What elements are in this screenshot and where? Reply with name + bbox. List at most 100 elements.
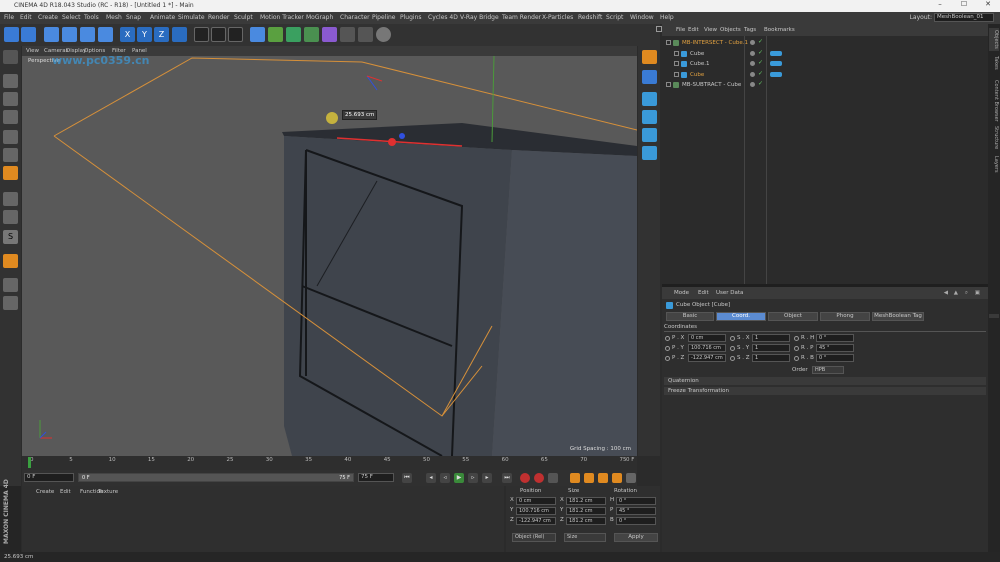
visibility-dots-icon[interactable] <box>750 50 755 56</box>
x-axis-icon[interactable]: X <box>120 27 135 42</box>
attr-scale-field[interactable]: 1 <box>752 344 790 352</box>
right-tab-attributes[interactable] <box>989 314 999 318</box>
visibility-dots-icon[interactable] <box>750 71 755 77</box>
tweak-icon[interactable] <box>3 210 18 224</box>
snap-icon[interactable]: S <box>3 230 18 244</box>
collapsed-section-quaternion[interactable]: Quaternion <box>664 377 986 385</box>
attr-rotation-field[interactable]: 0 ° <box>816 354 854 362</box>
layout-select[interactable]: MeshBoolean_01 (User) <box>934 13 994 22</box>
playhead[interactable] <box>28 457 31 468</box>
coord-size-field[interactable]: 181.2 cm <box>566 507 606 515</box>
om-menu-file[interactable]: File <box>676 27 685 33</box>
om-menu-objects[interactable]: Objects <box>720 27 741 33</box>
coord-rotation-field[interactable]: 45 ° <box>616 507 656 515</box>
lock-workplane-icon[interactable] <box>3 278 18 292</box>
menu-edit[interactable]: Edit <box>20 14 32 21</box>
scale-key-icon[interactable] <box>584 473 594 483</box>
current-frame-field[interactable]: 0 F <box>24 473 74 482</box>
scene-icon[interactable] <box>340 27 355 42</box>
keyframe-dot-icon[interactable] <box>794 336 799 341</box>
play-icon[interactable]: ▶ <box>454 473 464 483</box>
enable-check-icon[interactable]: ✓ <box>758 60 763 66</box>
search-icon[interactable]: ⌕ <box>965 290 968 297</box>
viewport-menu-view[interactable]: View <box>26 48 39 54</box>
model-mode-icon[interactable] <box>3 74 18 88</box>
tab-phong[interactable]: Phong <box>820 312 870 321</box>
autokey-icon[interactable] <box>534 473 544 483</box>
render-icon[interactable] <box>642 50 657 64</box>
am-menu-mode[interactable]: Mode <box>674 290 689 296</box>
deformer-icon[interactable] <box>322 27 337 42</box>
viewport-menu-options[interactable]: Options <box>84 48 105 54</box>
menu-render[interactable]: Render <box>208 14 229 21</box>
expand-icon[interactable] <box>666 40 671 45</box>
attr-scale-field[interactable]: 1 <box>752 334 790 342</box>
order-select[interactable]: HPB <box>812 366 844 374</box>
viewport-menu-panel[interactable]: Panel <box>132 48 147 54</box>
enable-axis-icon[interactable] <box>3 192 18 206</box>
viewport-menu-filter[interactable]: Filter <box>112 48 126 54</box>
material-menu-create[interactable]: Create <box>36 489 54 495</box>
make-editable-icon[interactable] <box>3 50 18 64</box>
keyframe-selection-icon[interactable] <box>548 473 558 483</box>
move-icon[interactable] <box>62 27 77 42</box>
right-tab-content-browser[interactable]: Content Browser <box>989 78 999 124</box>
attr-rotation-field[interactable]: 45 ° <box>816 344 854 352</box>
menu-plugins[interactable]: Plugins <box>400 14 422 21</box>
right-tab-takes[interactable]: Takes <box>989 54 999 72</box>
timeline-ruler[interactable]: 0 5 10 15 20 25 30 35 40 45 50 55 60 65 70 75 0 F <box>22 456 637 470</box>
object-row[interactable]: MB-SUBTRACT - Cube ✓ <box>662 80 988 90</box>
menu-animate[interactable]: Animate <box>150 14 175 21</box>
coord-size-mode-select[interactable]: Size <box>564 533 606 542</box>
coord-rotation-field[interactable]: 0 ° <box>616 497 656 505</box>
render-settings-icon[interactable] <box>228 27 243 42</box>
tab-basic[interactable]: Basic <box>666 312 714 321</box>
side-view-icon[interactable] <box>642 128 657 142</box>
om-menu-view[interactable]: View <box>704 27 717 33</box>
up-arrow-icon[interactable]: ▲ <box>954 290 958 296</box>
menu-tools[interactable]: Tools <box>84 14 99 21</box>
menu-select[interactable]: Select <box>62 14 81 21</box>
attr-rotation-field[interactable]: 0 ° <box>816 334 854 342</box>
cloner-icon[interactable] <box>304 27 319 42</box>
keyframe-dot-icon[interactable] <box>665 356 670 361</box>
object-row[interactable]: Cube ✓ <box>662 70 988 80</box>
light-icon[interactable] <box>376 27 391 42</box>
cube-view-icon[interactable] <box>642 92 657 106</box>
timeline-settings-icon[interactable] <box>626 473 636 483</box>
menu-create[interactable]: Create <box>38 14 58 21</box>
expand-icon[interactable] <box>666 82 671 87</box>
expand-icon[interactable] <box>674 71 679 77</box>
z-axis-icon[interactable]: Z <box>154 27 169 42</box>
points-mode-icon[interactable] <box>3 130 18 144</box>
next-key-icon[interactable]: ▸ <box>482 473 492 483</box>
y-axis-icon[interactable]: Y <box>137 27 152 42</box>
texture-mode-icon[interactable] <box>3 92 18 106</box>
right-tab-layers[interactable]: Layers <box>989 154 999 175</box>
record-icon[interactable] <box>520 473 530 483</box>
camera-icon[interactable] <box>358 27 373 42</box>
tab-meshboolean-tag[interactable]: MeshBoolean Tag <box>872 312 924 321</box>
end-frame-field[interactable]: 75 F <box>358 473 394 482</box>
polygons-mode-icon[interactable] <box>3 166 18 180</box>
right-tab-structure[interactable]: Structure <box>989 124 999 151</box>
coord-size-field[interactable]: 181.2 cm <box>566 497 606 505</box>
attr-position-field[interactable]: -122.947 cm <box>688 354 726 362</box>
layers-icon[interactable] <box>642 70 657 84</box>
coord-position-field[interactable]: 0 cm <box>516 497 556 505</box>
keyframe-dot-icon[interactable] <box>665 346 670 351</box>
viewport-menu-cameras[interactable]: Cameras <box>44 48 68 54</box>
tab-coord-[interactable]: Coord. <box>716 312 766 321</box>
select-icon[interactable] <box>44 27 59 42</box>
previous-frame-icon[interactable]: ◃ <box>440 473 450 483</box>
menu-mesh[interactable]: Mesh <box>106 14 122 21</box>
undo-icon[interactable] <box>4 27 19 42</box>
material-menu-edit[interactable]: Edit <box>60 489 71 495</box>
visibility-dots-icon[interactable] <box>750 82 755 87</box>
coord-position-field[interactable]: 100.716 cm <box>516 507 556 515</box>
collapsed-section-freeze-transformation[interactable]: Freeze Transformation <box>664 387 986 395</box>
menu-snap[interactable]: Snap <box>126 14 141 21</box>
lock-icon[interactable]: ▣ <box>975 290 980 296</box>
keyframe-dot-icon[interactable] <box>794 356 799 361</box>
minimize-icon[interactable]: – <box>928 0 952 12</box>
